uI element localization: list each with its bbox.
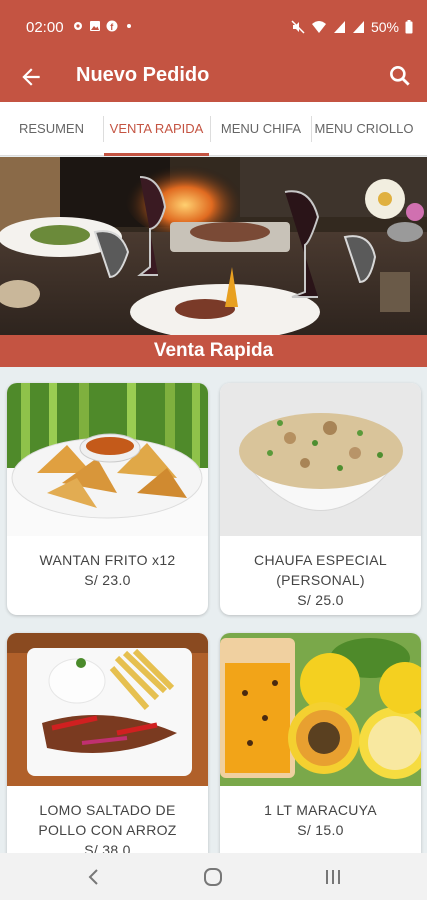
section-title: Venta Rapida [0, 335, 427, 367]
tab-label: MENU CHIFA [220, 121, 302, 136]
app-bar: Nuevo Pedido [0, 54, 427, 102]
status-bar: 02:00 f 50% [0, 0, 427, 54]
tab-label: MENU CRIOLLO [314, 121, 414, 136]
facebook-icon: f [106, 20, 118, 32]
product-price: S/ 23.0 [84, 572, 131, 588]
tab-bar: RESUMEN VENTA RAPIDA MENU CHIFA MENU CRI… [0, 102, 427, 156]
product-price: S/ 38.0 [84, 842, 131, 853]
wifi-icon [311, 21, 326, 33]
product-image [220, 383, 421, 536]
gear-icon [74, 22, 82, 30]
page-title: Nuevo Pedido [76, 64, 210, 86]
search-icon[interactable] [387, 63, 413, 89]
product-grid: WANTAN FRITO x12 S/ 23.0 CHAUFA ESPECIAL… [0, 367, 427, 853]
product-image [220, 633, 421, 786]
mute-icon [291, 20, 305, 34]
recents-nav-icon[interactable] [321, 865, 345, 889]
home-nav-icon[interactable] [201, 865, 225, 889]
tab-menu-chifa[interactable]: MENU CHIFA [211, 102, 311, 156]
battery-percent: 50% [370, 19, 399, 35]
product-image [7, 633, 208, 786]
signal-icon [352, 21, 364, 33]
tab-venta-rapida[interactable]: VENTA RAPIDA [104, 102, 209, 156]
status-time: 02:00 [26, 19, 64, 36]
arrow-left-icon[interactable] [18, 64, 44, 90]
product-card[interactable]: CHAUFA ESPECIAL (PERSONAL) S/ 25.0 [220, 383, 421, 615]
dot-icon [127, 24, 131, 28]
image-icon [90, 21, 100, 31]
product-card[interactable]: LOMO SALTADO DE POLLO CON ARROZ S/ 38.0 [7, 633, 208, 853]
signal-icon [333, 21, 345, 33]
product-image [7, 383, 208, 536]
tab-resumen[interactable]: RESUMEN [0, 102, 103, 156]
product-name: CHAUFA ESPECIAL (PERSONAL) [254, 552, 387, 588]
banner-image [0, 157, 427, 335]
tab-menu-criollo[interactable]: MENU CRIOLLO [312, 102, 416, 156]
system-nav-bar [0, 853, 427, 900]
restaurant-table-photo [0, 157, 427, 335]
product-card[interactable]: WANTAN FRITO x12 S/ 23.0 [7, 383, 208, 615]
active-tab-indicator [104, 153, 209, 156]
product-card[interactable]: 1 LT MARACUYA S/ 15.0 [220, 633, 421, 853]
back-nav-icon[interactable] [82, 865, 106, 889]
product-price: S/ 25.0 [297, 592, 344, 608]
product-name: 1 LT MARACUYA [264, 802, 377, 818]
tab-label: RESUMEN [18, 121, 84, 136]
battery-icon [405, 20, 413, 34]
product-name: LOMO SALTADO DE POLLO CON ARROZ [38, 802, 177, 838]
product-price: S/ 15.0 [297, 822, 344, 838]
tab-label: VENTA RAPIDA [109, 121, 204, 136]
product-name: WANTAN FRITO x12 [39, 552, 176, 568]
